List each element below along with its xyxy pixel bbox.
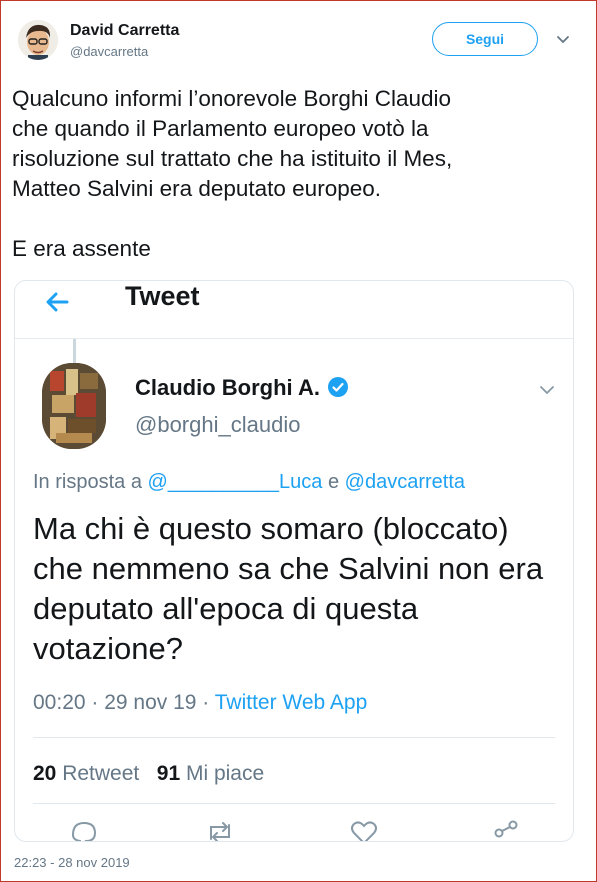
reply-icon — [67, 817, 101, 841]
author-handle[interactable]: @davcarretta — [70, 44, 148, 59]
follow-button[interactable]: Segui — [432, 22, 538, 56]
inner-tweet-text: Ma chi è questo somaro (bloccato) che ne… — [33, 511, 544, 666]
inner-author-handle: @borghi_claudio — [135, 412, 301, 437]
inner-author-name: Claudio Borghi A. — [135, 375, 320, 400]
reply-mention-2: @davcarretta — [344, 471, 466, 493]
embed-title: Tweet — [125, 281, 200, 311]
reply-prefix: In risposta a — [33, 471, 148, 493]
tweet-header: David Carretta @davcarretta Segui — [14, 18, 584, 66]
embedded-tweet-image[interactable]: Tweet Claudio Borghi A. @borghi_claudio … — [14, 280, 574, 842]
tweet-text: Qualcuno informi l’onorevole Borghi Clau… — [12, 86, 453, 261]
share-icon — [489, 817, 523, 841]
embed-header: Tweet — [15, 281, 573, 339]
inner-stats: 20 Retweet 91 Mi piace — [33, 762, 264, 786]
retweet-icon — [203, 817, 237, 841]
like-label: Mi piace — [185, 762, 265, 785]
reply-mention-1: @__________Luca — [147, 471, 323, 493]
tweet-timestamp[interactable]: 22:23 - 28 nov 2019 — [14, 855, 130, 870]
like-count: 91 — [156, 762, 181, 785]
reply-and: e — [322, 471, 345, 493]
inner-meta-app: Twitter Web App — [214, 691, 368, 714]
avatar[interactable] — [18, 20, 58, 60]
chevron-down-icon[interactable] — [554, 30, 572, 48]
thread-line — [73, 339, 76, 363]
divider — [33, 737, 555, 738]
inner-actions-row — [15, 817, 573, 841]
verified-badge-icon — [327, 376, 349, 398]
reply-to-line: In risposta a @__________Luca e @davcarr… — [33, 471, 465, 494]
like-icon — [347, 817, 381, 841]
back-arrow-icon — [43, 287, 73, 317]
chevron-down-icon — [537, 379, 557, 399]
retweet-label: Retweet — [62, 762, 140, 785]
divider — [33, 803, 555, 804]
author-name[interactable]: David Carretta — [70, 22, 179, 40]
inner-tweet-meta: 00:20 · 29 nov 19 · Twitter Web App — [33, 691, 367, 715]
retweet-count: 20 — [33, 762, 57, 785]
inner-meta-time: 00:20 · 29 nov 19 · — [33, 691, 215, 714]
inner-avatar — [42, 363, 106, 449]
